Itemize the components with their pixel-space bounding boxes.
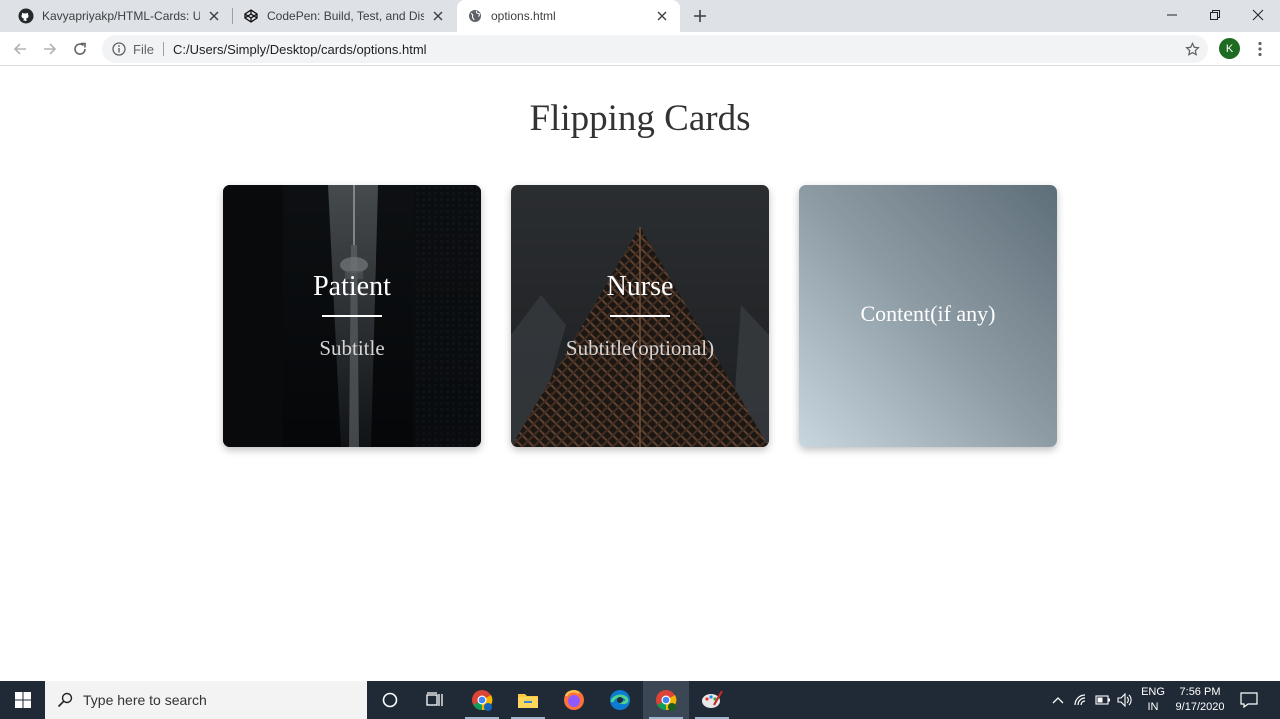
taskbar-paint[interactable] (689, 681, 735, 719)
folder-icon (518, 694, 538, 708)
reload-button[interactable] (68, 37, 92, 61)
browser-toolbar: File C:/Users/Simply/Desktop/cards/optio… (0, 32, 1280, 66)
scheme-label: File (133, 41, 154, 57)
browser-menu-button[interactable] (1250, 38, 1270, 60)
clock[interactable]: 7:56 PM 9/17/2020 (1170, 681, 1230, 719)
arrow-right-icon (44, 43, 57, 55)
minimize-icon (1167, 14, 1177, 16)
start-button[interactable] (0, 681, 45, 719)
taskbar-chrome-profile[interactable] (459, 681, 505, 719)
codepen-icon (243, 8, 259, 24)
github-icon (18, 8, 34, 24)
close-icon (1252, 9, 1264, 21)
network-status[interactable] (1071, 681, 1091, 719)
address-bar[interactable]: File C:/Users/Simply/Desktop/cards/optio… (102, 35, 1208, 63)
taskbar-firefox[interactable] (551, 681, 597, 719)
language-indicator[interactable]: ENG IN (1137, 681, 1169, 719)
region-code: IN (1147, 701, 1159, 713)
card-nurse[interactable]: Nurse Subtitle(optional) (511, 185, 769, 447)
clock-date: 9/17/2020 (1175, 701, 1225, 713)
page-content: Flipping Cards Patient Subtitle Nurse Su… (0, 67, 1280, 681)
taskbar-chrome-active[interactable] (643, 681, 689, 719)
card-heading: Nurse (606, 271, 674, 302)
card-content[interactable]: Content(if any) (799, 185, 1057, 447)
clock-time: 7:56 PM (1179, 686, 1221, 698)
card-heading: Patient (313, 271, 391, 302)
card-divider (610, 315, 670, 317)
taskbar-edge[interactable] (597, 681, 643, 719)
back-button[interactable] (8, 37, 32, 61)
paint-icon (702, 690, 723, 708)
close-tab-icon[interactable] (654, 8, 670, 24)
tab-codepen[interactable]: CodePen: Build, Test, and Discove (233, 0, 456, 32)
windows-logo-icon (14, 692, 31, 708)
volume-control[interactable] (1115, 681, 1135, 719)
chrome-icon (656, 690, 677, 711)
battery-icon (1095, 695, 1110, 705)
firefox-icon (564, 690, 584, 710)
speaker-icon (1117, 693, 1132, 707)
card-subtitle: Subtitle (319, 336, 385, 360)
search-placeholder: Type here to search (83, 692, 207, 708)
info-icon[interactable] (111, 41, 127, 57)
url-text[interactable]: C:/Users/Simply/Desktop/cards/options.ht… (173, 42, 427, 57)
search-icon (55, 690, 75, 710)
star-icon[interactable] (1184, 41, 1200, 57)
taskbar-search[interactable]: Type here to search (45, 681, 367, 719)
chrome-icon (472, 690, 493, 711)
battery-status[interactable] (1093, 681, 1113, 719)
action-center-button[interactable] (1236, 681, 1262, 719)
tab-title: CodePen: Build, Test, and Discove (267, 9, 424, 23)
minimize-button[interactable] (1150, 0, 1194, 30)
language-code: ENG (1141, 686, 1165, 698)
card-content-text: Content(if any) (860, 301, 996, 326)
task-view-icon (426, 692, 443, 706)
taskbar-file-explorer[interactable] (505, 681, 551, 719)
wifi-icon (1074, 694, 1086, 706)
tab-github[interactable]: Kavyapriyakp/HTML-Cards: Used (0, 0, 232, 32)
task-view-button[interactable] (412, 681, 458, 719)
restore-icon (1210, 10, 1220, 20)
card-divider (322, 315, 382, 317)
more-vertical-icon (1258, 41, 1262, 57)
close-tab-icon[interactable] (430, 8, 446, 24)
cortana-button[interactable] (367, 681, 413, 719)
edge-icon (610, 690, 630, 710)
notification-icon (1240, 692, 1258, 708)
close-tab-icon[interactable] (206, 8, 222, 24)
page-title: Flipping Cards (529, 98, 751, 139)
profile-avatar[interactable]: K (1219, 38, 1240, 59)
tab-options[interactable]: options.html (457, 0, 680, 32)
cortana-icon (382, 692, 398, 708)
tab-title: Kavyapriyakp/HTML-Cards: Used (42, 9, 200, 23)
new-tab-button[interactable] (690, 6, 710, 26)
tab-title: options.html (491, 9, 556, 23)
close-window-button[interactable] (1236, 0, 1280, 30)
arrow-left-icon (13, 43, 26, 55)
windows-taskbar: Type here to search ENG IN 7:56 PM 9/17/… (0, 681, 1280, 719)
card-subtitle: Subtitle(optional) (565, 336, 715, 360)
globe-icon (467, 8, 483, 24)
show-hidden-icons[interactable] (1048, 681, 1068, 719)
address-divider (162, 42, 164, 56)
card-patient[interactable]: Patient Subtitle (223, 185, 481, 447)
tab-strip: Kavyapriyakp/HTML-Cards: Used CodePen: B… (0, 0, 1280, 32)
forward-button[interactable] (38, 37, 62, 61)
reload-icon (74, 42, 86, 55)
chevron-up-icon (1052, 697, 1064, 704)
plus-icon (694, 10, 706, 22)
restore-button[interactable] (1193, 0, 1237, 30)
